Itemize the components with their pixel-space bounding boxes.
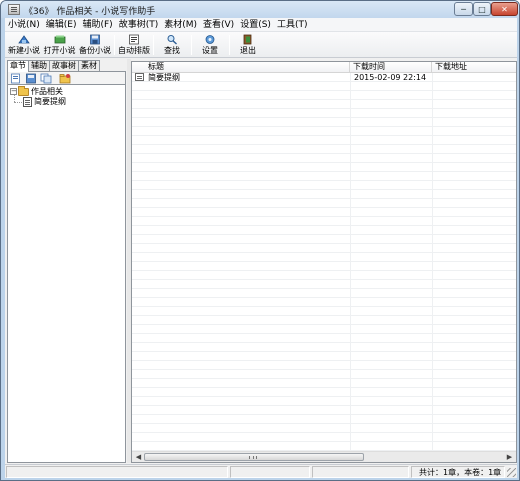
menu-bar: 小说(N) 编辑(E) 辅助(F) 故事树(T) 素材(M) 查看(V) 设置(… [5,18,517,32]
scroll-left-arrow[interactable]: ◀ [133,453,144,462]
left-panel-tabs: 章节 辅助 故事树 素材 [7,60,100,72]
status-bar: 共计：1章，本卷：1章 [5,464,517,478]
exit-icon [243,34,252,45]
exit-button[interactable]: 退出 [233,33,263,57]
app-window: 《36》 作品相关 - 小说写作助手 ─ □ ✕ 小说(N) 编辑(E) 辅助(… [0,0,520,481]
open-novel-label: 打开小说 [43,46,76,55]
exit-label: 退出 [240,46,256,55]
find-label: 查找 [164,46,180,55]
window-title: 《36》 作品相关 - 小说写作助手 [24,7,156,17]
status-panel [6,466,228,478]
toolbar-separator [114,35,115,55]
toolbar: 新建小说 打开小说 备份小说 自动排版 查找 设置 退出 [5,32,517,58]
document-icon [23,96,32,107]
find-button[interactable]: 查找 [157,33,187,57]
tree-node-label: 简要提纲 [34,97,66,106]
row-download-time: 2015-02-09 22:14 [354,73,427,82]
row-download-url [432,73,516,82]
tree-collapse-toggle[interactable]: − [10,88,17,95]
toolbar-separator [153,35,154,55]
list-header: 标题 下载时间 下载地址 [132,62,516,73]
column-header-download-time[interactable]: 下载时间 [350,62,432,73]
auto-format-button[interactable]: 自动排版 [116,33,152,57]
settings-label: 设置 [202,46,218,55]
new-novel-button[interactable]: 新建小说 [6,33,42,57]
client-area: 小说(N) 编辑(E) 辅助(F) 故事树(T) 素材(M) 查看(V) 设置(… [5,18,517,478]
left-panel: 章节 辅助 故事树 素材 − 作品相关 简要提纲 [5,59,127,463]
scrollbar-thumb[interactable] [144,453,364,461]
tab-assist[interactable]: 辅助 [28,60,50,71]
new-novel-label: 新建小说 [8,46,40,55]
tree-toolbar [7,71,126,85]
backup-novel-button[interactable]: 备份小说 [77,33,113,57]
folder-icon [18,85,29,96]
chapter-tree: − 作品相关 简要提纲 [7,85,126,463]
title-bar[interactable]: 《36》 作品相关 - 小说写作助手 ─ □ ✕ [1,1,519,18]
menu-novel[interactable]: 小说(N) [5,18,43,31]
list-body: 简要提纲 2015-02-09 22:14 [132,73,516,451]
menu-story-tree[interactable]: 故事树(T) [116,18,162,31]
document-icon [135,73,144,81]
backup-icon [90,34,100,45]
settings-icon [205,35,215,44]
add-volume-icon[interactable] [10,73,22,84]
menu-edit[interactable]: 编辑(E) [43,18,80,31]
column-header-download-url[interactable]: 下载地址 [432,62,516,73]
find-icon [167,35,177,45]
list-row[interactable]: 简要提纲 2015-02-09 22:14 [132,73,516,82]
backup-novel-label: 备份小说 [79,46,111,55]
tree-node-child[interactable]: 简要提纲 [23,96,66,107]
add-chapter-icon[interactable] [25,73,37,84]
status-panel [312,466,409,478]
scrollbar-grip [249,456,257,459]
row-title: 简要提纲 [148,73,180,82]
tab-story-tree[interactable]: 故事树 [49,60,79,71]
column-divider [350,73,351,451]
toolbar-separator [229,35,230,55]
menu-material[interactable]: 素材(M) [161,18,200,31]
column-divider [432,73,433,451]
maximize-button[interactable]: □ [473,2,491,16]
menu-view[interactable]: 查看(V) [200,18,237,31]
status-chapter-count: 共计：1章，本卷：1章 [419,468,502,477]
settings-button[interactable]: 设置 [195,33,225,57]
tab-material[interactable]: 素材 [78,60,100,71]
horizontal-scrollbar[interactable]: ◀ ▶ [132,451,516,462]
status-panel [230,466,310,478]
new-novel-icon [18,35,30,44]
menu-settings[interactable]: 设置(S) [237,18,274,31]
column-header-title[interactable]: 标题 [132,62,350,73]
close-button[interactable]: ✕ [491,2,518,16]
open-novel-icon [54,35,65,44]
scroll-right-arrow[interactable]: ▶ [504,453,515,462]
chapter-list: 标题 下载时间 下载地址 简要提纲 2015-02-09 22:14 ◀ ▶ [131,61,517,463]
folder-add-icon[interactable] [59,73,71,84]
auto-format-icon [129,34,139,45]
toolbar-separator [191,35,192,55]
resize-grip[interactable] [507,468,516,477]
app-icon[interactable] [8,4,20,15]
tab-chapters[interactable]: 章节 [7,60,29,72]
auto-format-label: 自动排版 [118,46,150,55]
menu-assist[interactable]: 辅助(F) [79,18,115,31]
tree-line [14,102,22,103]
open-novel-button[interactable]: 打开小说 [42,33,77,57]
menu-tools[interactable]: 工具(T) [274,18,311,31]
copy-chapter-icon[interactable] [40,73,52,84]
minimize-button[interactable]: ─ [454,2,473,16]
